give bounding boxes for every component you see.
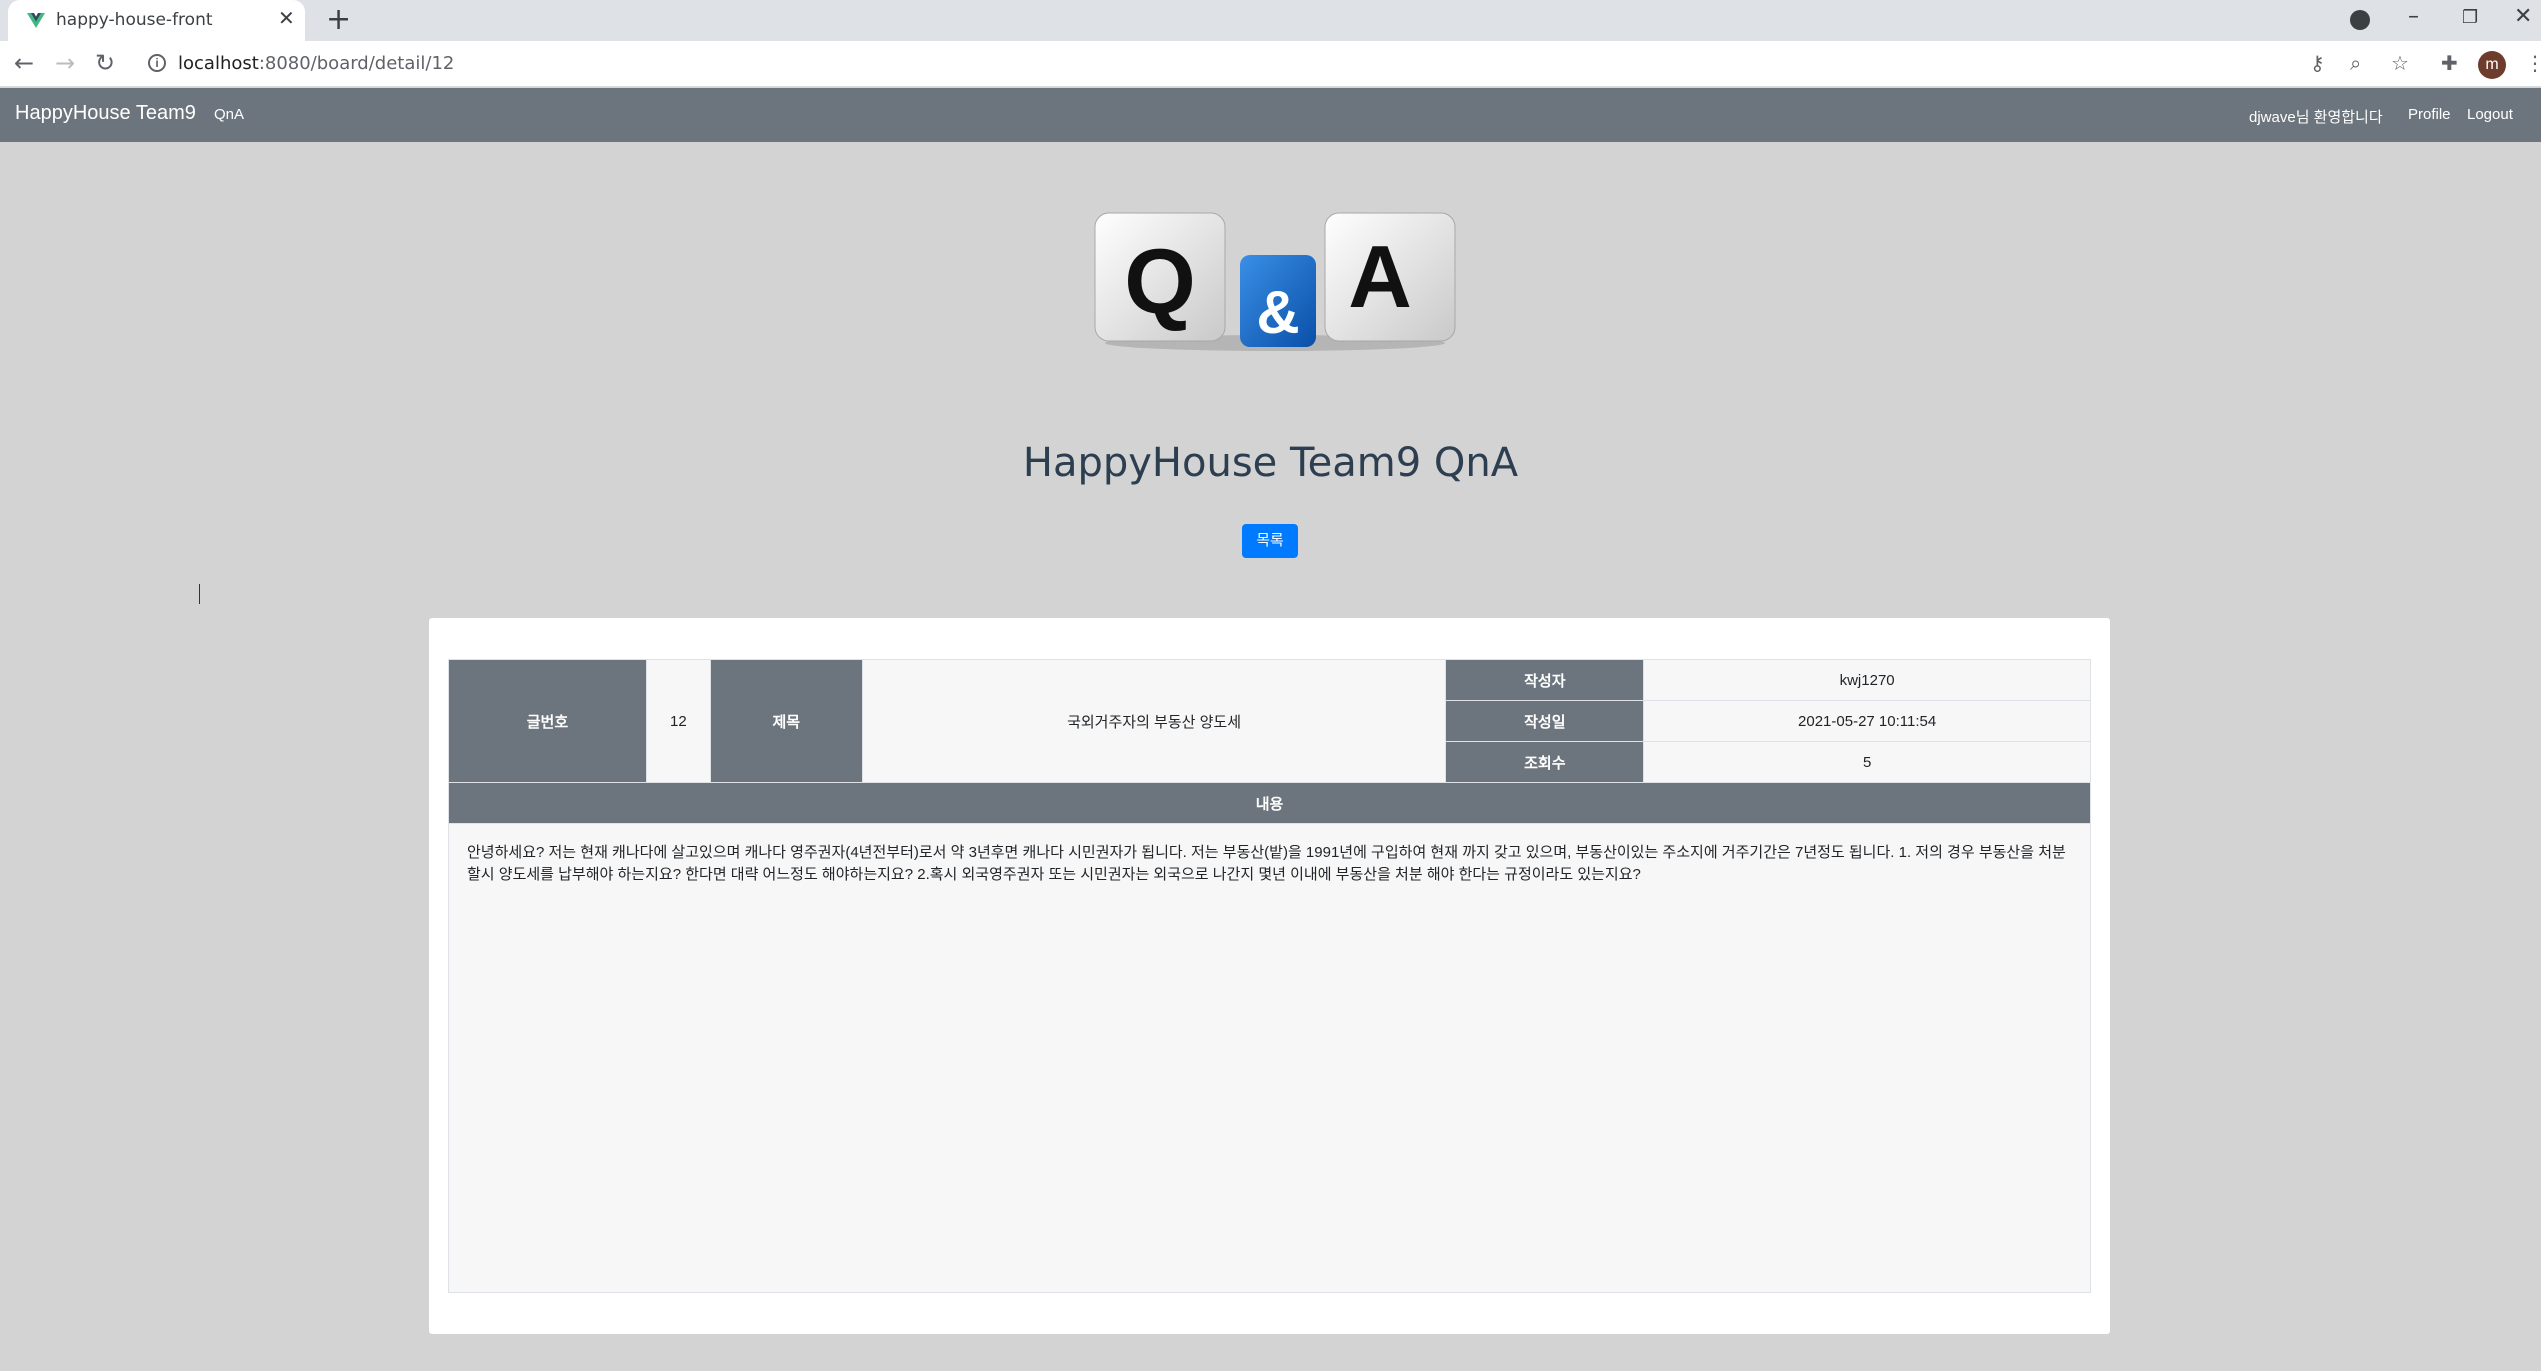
menu-kebab-icon[interactable]: ⋮	[2525, 51, 2541, 75]
die-q-label: Q	[1124, 231, 1196, 333]
profile-avatar[interactable]: m	[2478, 51, 2506, 79]
browser-tab[interactable]: happy-house-front ✕	[8, 0, 305, 41]
date-value: 2021-05-27 10:11:54	[1643, 700, 2091, 742]
minimize-icon[interactable]: –	[2408, 4, 2419, 29]
address-bar[interactable]: localhost:8080/board/detail/12	[178, 53, 454, 74]
page-title: HappyHouse Team9 QnA	[1022, 440, 1519, 486]
bookmark-star-icon[interactable]: ☆	[2391, 51, 2409, 75]
site-info-icon[interactable]: i	[148, 54, 166, 72]
tab-close-icon[interactable]: ✕	[278, 9, 295, 29]
writer-value: kwj1270	[1643, 659, 2091, 701]
forward-icon[interactable]: →	[55, 49, 75, 77]
content-body: 안녕하세요? 저는 현재 캐나다에 살고있으며 캐나다 영주권자(4년전부터)로…	[448, 823, 2091, 1293]
die-a-label: A	[1348, 227, 1412, 326]
subject-value: 국외거주자의 부동산 양도세	[861, 659, 1447, 783]
no-label: 글번호	[448, 659, 647, 783]
welcome-text: djwave님 환영합니다	[2249, 109, 2383, 126]
die-amp-label: &	[1256, 279, 1299, 346]
list-button[interactable]: 목록	[1242, 524, 1298, 558]
zoom-icon[interactable]: ⌕	[2350, 51, 2361, 75]
qna-dice-image: Q & A	[1094, 212, 1456, 351]
extensions-icon[interactable]: ✚	[2441, 51, 2458, 75]
back-icon[interactable]: ←	[14, 49, 34, 77]
no-value: 12	[645, 659, 711, 783]
url-host: localhost	[178, 53, 259, 74]
hit-label: 조회수	[1445, 741, 1645, 783]
nav-link-qna[interactable]: QnA	[214, 106, 244, 123]
key-icon[interactable]: ⚷	[2310, 51, 2325, 75]
text-cursor	[199, 584, 200, 604]
browser-tabstrip: happy-house-front ✕ + – ❐ ✕	[0, 0, 2541, 41]
content-label: 내용	[448, 782, 2091, 824]
subject-label: 제목	[709, 659, 863, 783]
window-close-icon[interactable]: ✕	[2514, 4, 2532, 29]
browser-toolbar: ← → ↻ i localhost:8080/board/detail/12 ⚷…	[0, 41, 2541, 87]
tab-title: happy-house-front	[56, 10, 213, 30]
url-path: :8080/board/detail/12	[258, 53, 455, 74]
nav-link-profile[interactable]: Profile	[2408, 106, 2451, 123]
restore-icon[interactable]: ❐	[2462, 7, 2478, 28]
reload-icon[interactable]: ↻	[95, 49, 115, 77]
app-navbar: HappyHouse Team9 QnA djwave님 환영합니다 Profi…	[0, 88, 2541, 142]
vue-logo-icon	[27, 13, 45, 28]
navbar-brand[interactable]: HappyHouse Team9	[15, 102, 196, 125]
detail-table: 글번호 12 제목 국외거주자의 부동산 양도세 작성자 kwj1270 작성일…	[448, 659, 2091, 824]
tab-search-icon[interactable]	[2350, 10, 2370, 30]
new-tab-icon[interactable]: +	[326, 5, 351, 35]
hit-value: 5	[1643, 741, 2091, 783]
date-label: 작성일	[1445, 700, 1645, 742]
writer-label: 작성자	[1445, 659, 1645, 701]
nav-link-logout[interactable]: Logout	[2467, 106, 2513, 123]
